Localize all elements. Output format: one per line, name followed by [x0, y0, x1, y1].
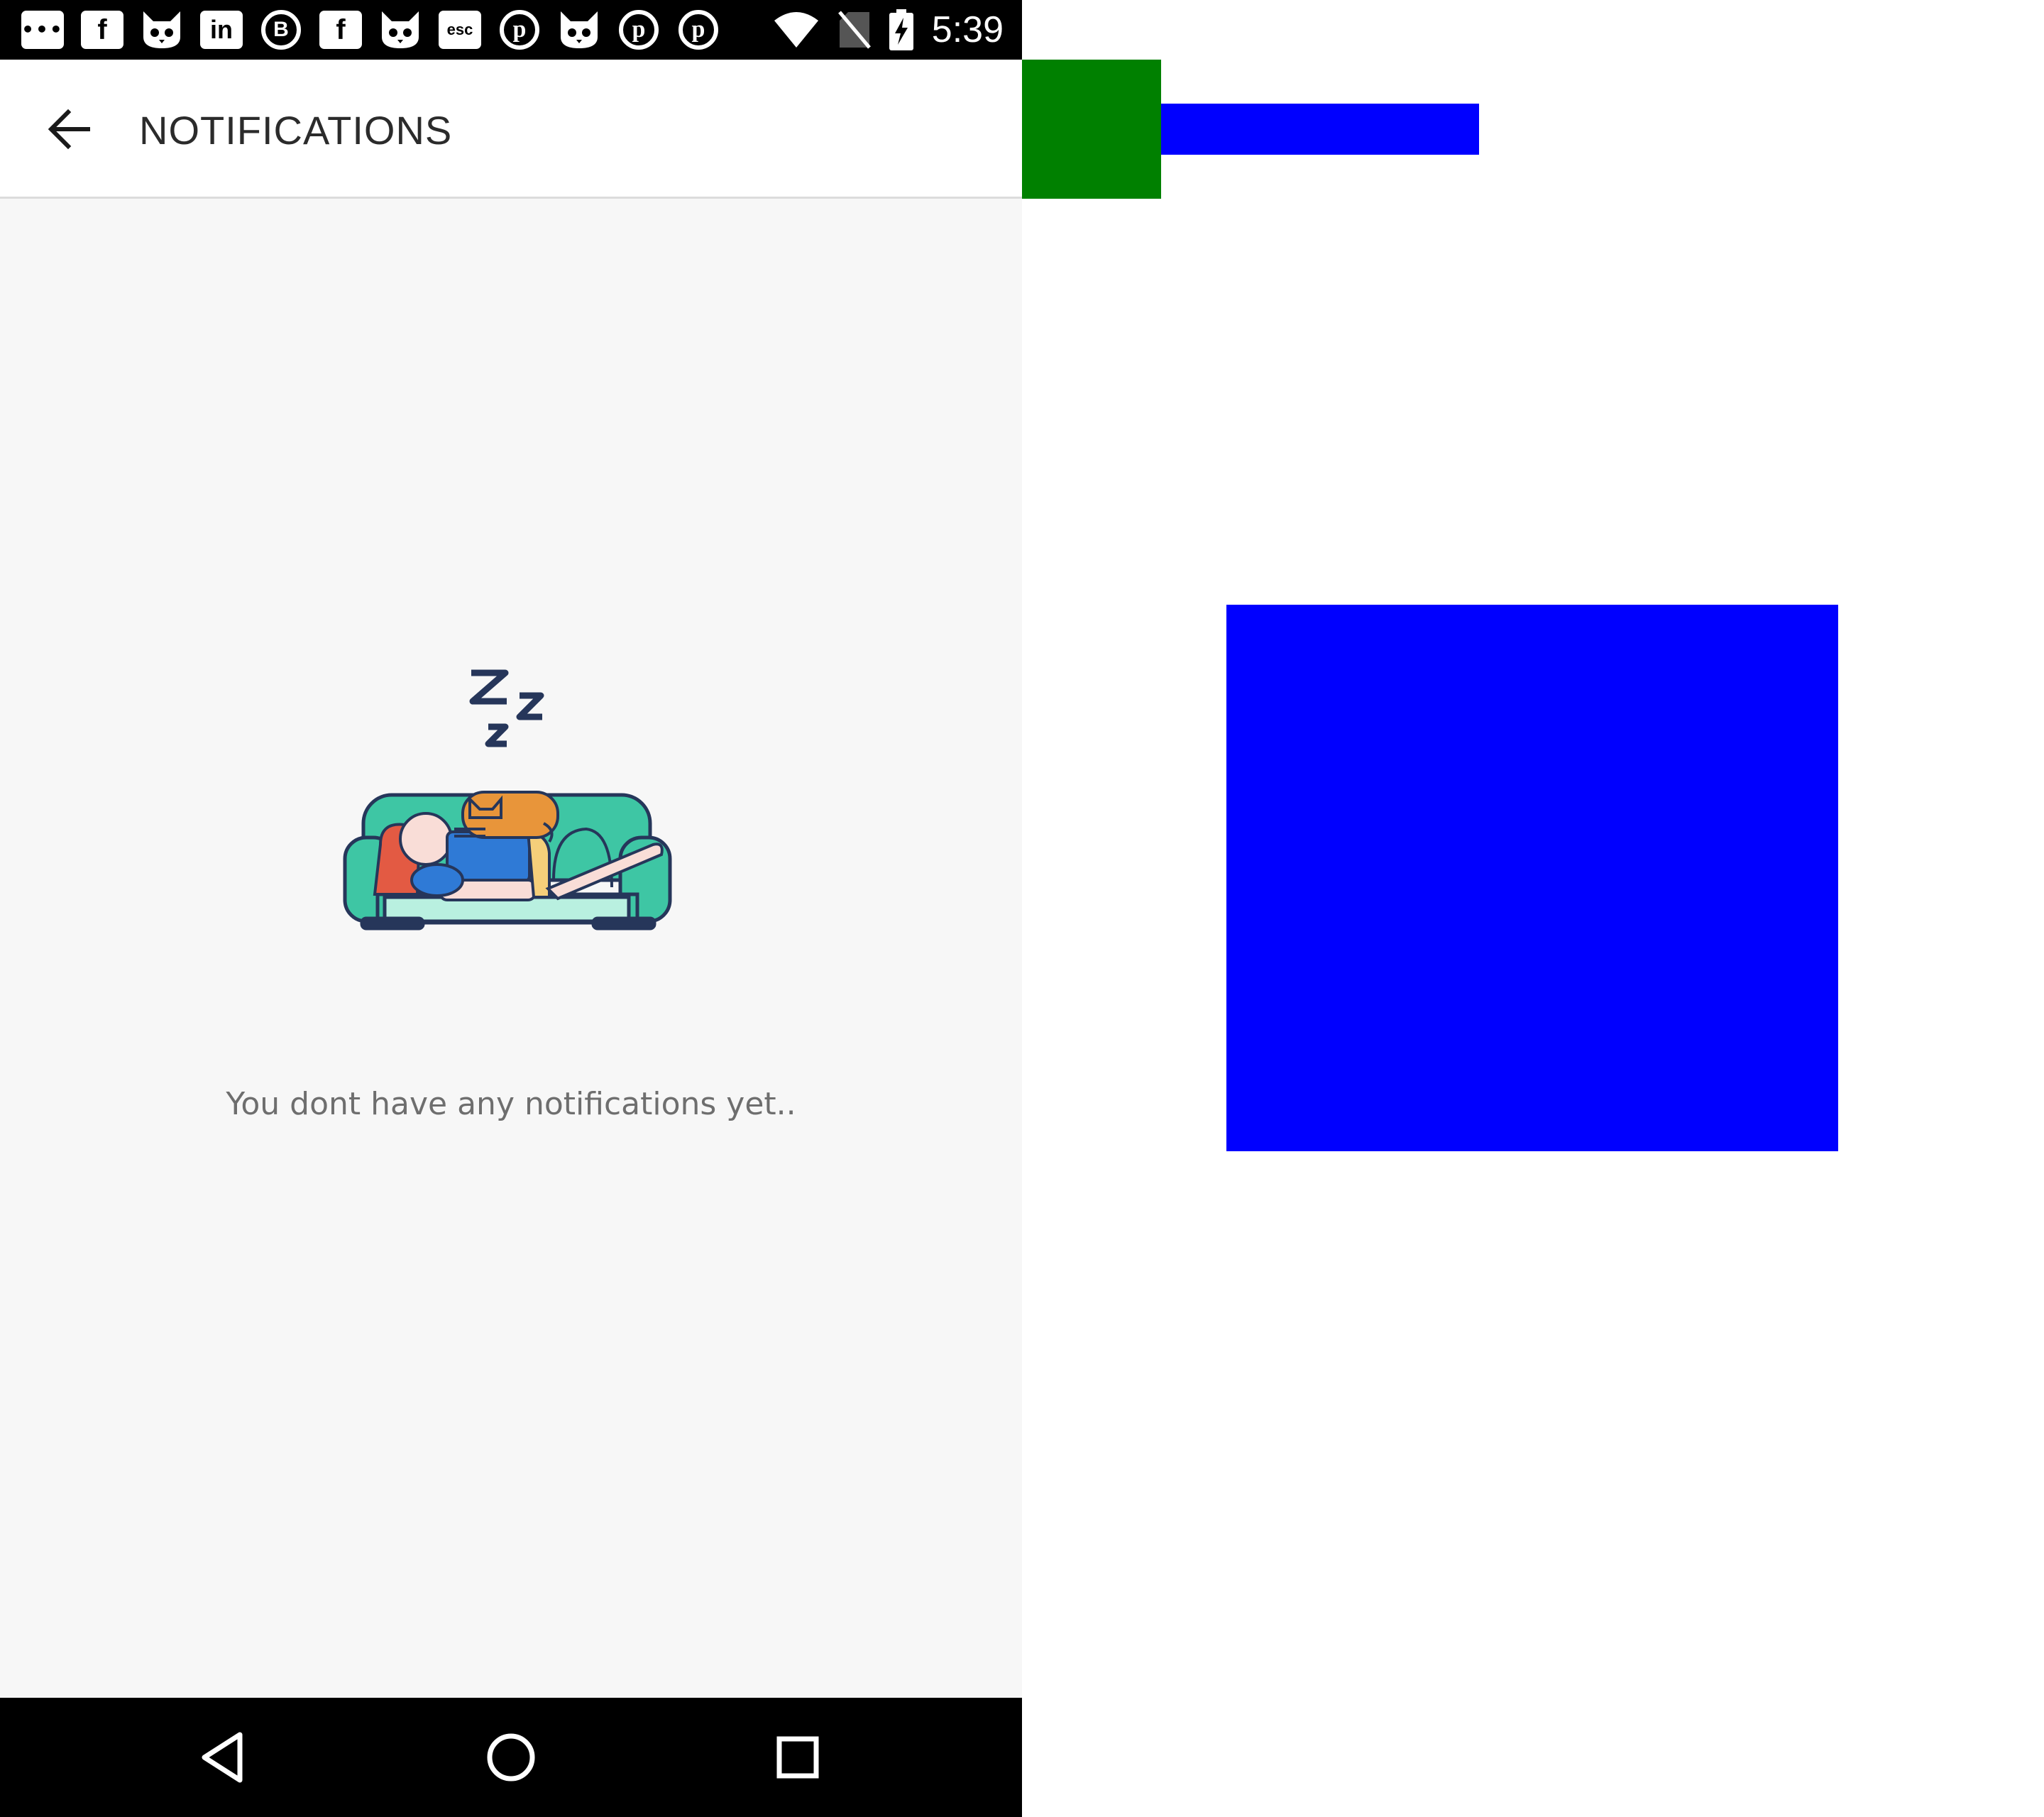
annotation-green-square: [1022, 60, 1161, 199]
app-bar: NOTIFICATIONS: [0, 60, 1022, 199]
status-time: 5:39: [931, 9, 1004, 50]
nav-recents-icon: [776, 1736, 819, 1779]
system-status: 5:39: [773, 0, 1004, 60]
annotation-blue-bar: [1161, 104, 1479, 155]
esc-app-icon: esc: [434, 8, 485, 52]
navigation-bar: [0, 1698, 1022, 1817]
nav-home-button[interactable]: [476, 1722, 546, 1793]
page-title: NOTIFICATIONS: [139, 108, 453, 153]
back-button[interactable]: [43, 102, 97, 156]
pinterest-icon: p: [613, 8, 664, 52]
b-chat-icon: B: [256, 8, 307, 52]
facebook-icon: f: [77, 8, 128, 52]
zzz-icon: [469, 669, 544, 747]
wifi-icon: [774, 12, 818, 48]
facebook-icon: f: [315, 8, 366, 52]
notification-icons: ••• f in B f esc p p p: [17, 0, 724, 60]
status-bar: ••• f in B f esc p p p 5:39: [0, 0, 1022, 60]
messaging-icon: •••: [17, 8, 68, 52]
cat-app-icon: [375, 8, 426, 52]
nav-back-icon: [202, 1732, 243, 1783]
cat-app-icon: [136, 8, 187, 52]
nav-recents-button[interactable]: [762, 1722, 833, 1793]
annotation-blue-rectangle: [1226, 605, 1838, 1151]
cat-app-icon: [554, 8, 605, 52]
no-sim-icon: [837, 11, 871, 49]
linkedin-icon: in: [196, 8, 247, 52]
battery-charging-icon: [889, 9, 913, 50]
pinterest-icon: p: [673, 8, 724, 52]
nav-home-icon: [487, 1733, 535, 1782]
nav-back-button[interactable]: [189, 1722, 260, 1793]
phone-screen: ••• f in B f esc p p p 5:39 NOTIFICATION…: [0, 0, 1022, 1817]
pinterest-icon: p: [494, 8, 545, 52]
sleeping-on-couch-illustration: [343, 669, 672, 931]
notifications-content: You dont have any notifications yet..: [0, 199, 1022, 1698]
empty-state-message: You dont have any notifications yet..: [226, 1086, 796, 1122]
arrow-left-icon: [48, 109, 90, 150]
